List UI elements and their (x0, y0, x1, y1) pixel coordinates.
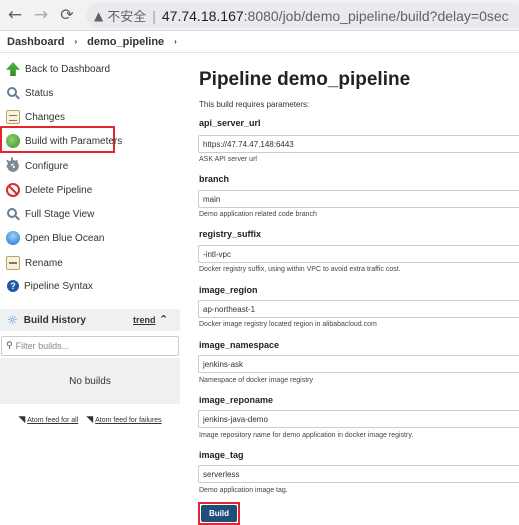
param-input-image-tag[interactable]: serverless (198, 465, 519, 483)
sidebar-item-back-to-dashboard[interactable]: Back to Dashboard (6, 59, 110, 79)
breadcrumb-job[interactable]: demo_pipeline (87, 36, 164, 48)
param-label: image_reponame (199, 395, 274, 405)
chevron-right-icon[interactable]: › (74, 37, 77, 46)
param-description: Namespace of docker image registry (199, 377, 313, 384)
param-description: Demo application image tag. (199, 487, 288, 494)
sidebar-item-label: Full Stage View (25, 208, 95, 220)
gear-icon (5, 155, 20, 175)
build-history-title: Build History (23, 314, 86, 326)
sidebar-item-label: Back to Dashboard (25, 63, 111, 75)
sidebar-item-label: Build with Parameters (25, 135, 123, 147)
help-icon: ? (7, 280, 19, 292)
magnifier-icon (7, 208, 17, 218)
sidebar-item-label: Rename (25, 257, 63, 269)
sidebar-item-rename[interactable]: Rename (6, 253, 63, 273)
reload-icon[interactable]: ⟳ (56, 4, 78, 26)
param-label: registry_suffix (199, 229, 262, 239)
notepad-icon (6, 110, 20, 124)
build-clock-icon (6, 134, 20, 148)
sidebar-item-open-blue-ocean[interactable]: Open Blue Ocean (6, 228, 105, 248)
page-title: Pipeline demo_pipeline (199, 69, 411, 90)
sidebar-item-label: Pipeline Syntax (24, 280, 93, 292)
main-content: Pipeline demo_pipeline This build requir… (182, 54, 519, 525)
trend-link[interactable]: trend (133, 315, 156, 325)
param-label: api_server_url (199, 118, 261, 128)
atom-feeds: ◥ Atom feed for all ◥ Atom feed for fail… (0, 405, 180, 435)
no-builds-panel: No builds (0, 358, 180, 404)
filter-placeholder: Filter builds... (15, 341, 70, 351)
sidebar-item-changes[interactable]: Changes (6, 107, 65, 127)
param-label: image_namespace (199, 340, 280, 350)
build-history-header: ☼ Build History trend ⌃ (0, 309, 180, 331)
param-input-image-region[interactable]: ap-northeast-1 (198, 300, 519, 318)
param-input-api-server-url[interactable]: https://47.74.47.148:6443 (198, 135, 519, 153)
param-input-image-namespace[interactable]: jenkins-ask (198, 355, 519, 373)
url-path: :8080/job/demo_pipeline/build?delay=0sec (243, 7, 509, 24)
sidebar-item-label: Status (25, 87, 54, 99)
back-arrow-icon[interactable]: ← (4, 4, 26, 26)
atom-feed-all-link[interactable]: Atom feed for all (27, 417, 78, 424)
param-description: Docker registry suffix, using within VPC… (199, 266, 401, 273)
breadcrumb: Dashboard › demo_pipeline › (0, 31, 519, 53)
sidebar-item-build-with-parameters[interactable]: Build with Parameters (6, 131, 122, 151)
browser-toolbar: ← → ⟳ ▲ 不安全 | 47.74.18.167 :8080/job/dem… (0, 0, 519, 31)
param-input-image-reponame[interactable]: jenkins-java-demo (198, 410, 519, 428)
sun-icon: ☼ (7, 313, 18, 327)
magnifier-icon (7, 87, 17, 97)
requires-parameters-text: This build requires parameters: (199, 100, 310, 109)
build-button-highlight: Build (198, 502, 240, 525)
notepad-icon (6, 256, 20, 270)
param-description: Docker image registry located region in … (199, 321, 377, 328)
breadcrumb-dashboard[interactable]: Dashboard (7, 36, 64, 48)
sidebar-item-delete-pipeline[interactable]: Delete Pipeline (6, 180, 92, 200)
back-arrow-icon (6, 62, 20, 76)
param-label: image_region (199, 285, 258, 295)
param-description: ASK API server url (199, 156, 257, 163)
filter-builds-input[interactable]: ⚲ Filter builds... (1, 336, 179, 356)
param-label: branch (199, 174, 230, 184)
param-input-branch[interactable]: main (198, 190, 519, 208)
build-button[interactable]: Build (201, 505, 237, 522)
sidebar-item-label: Changes (25, 111, 66, 123)
forward-arrow-icon[interactable]: → (30, 4, 52, 26)
search-icon: ⚲ (6, 341, 13, 351)
param-input-registry-suffix[interactable]: -intl-vpc (198, 245, 519, 263)
address-divider: | (152, 7, 156, 24)
sidebar-item-configure[interactable]: Configure (5, 155, 69, 176)
warning-icon: ▲ (94, 8, 104, 23)
no-entry-icon (6, 183, 20, 197)
sidebar-item-status[interactable]: Status (6, 83, 53, 103)
rss-icon: ◥ (18, 415, 26, 425)
no-builds-text: No builds (69, 375, 111, 387)
rss-icon: ◥ (86, 415, 94, 425)
address-bar[interactable]: ▲ 不安全 | 47.74.18.167 :8080/job/demo_pipe… (86, 3, 519, 28)
insecure-label: 不安全 (107, 10, 147, 25)
param-description: Image repository name for demo applicati… (199, 432, 414, 439)
param-description: Demo application related code branch (199, 211, 317, 218)
blue-ocean-icon (6, 231, 20, 245)
sidebar-item-label: Configure (25, 160, 69, 172)
url-host: 47.74.18.167 (161, 7, 244, 24)
sidebar-item-label: Delete Pipeline (25, 184, 93, 196)
sidebar-item-pipeline-syntax[interactable]: ? Pipeline Syntax (7, 276, 93, 296)
chevron-up-icon[interactable]: ⌃ (159, 313, 168, 326)
atom-feed-failures-link[interactable]: Atom feed for failures (95, 417, 162, 424)
sidebar: Back to Dashboard Status Changes Build w… (0, 54, 180, 525)
sidebar-item-label: Open Blue Ocean (25, 232, 105, 244)
param-label: image_tag (199, 450, 244, 460)
sidebar-item-full-stage-view[interactable]: Full Stage View (6, 204, 94, 224)
chevron-right-icon[interactable]: › (174, 37, 177, 46)
